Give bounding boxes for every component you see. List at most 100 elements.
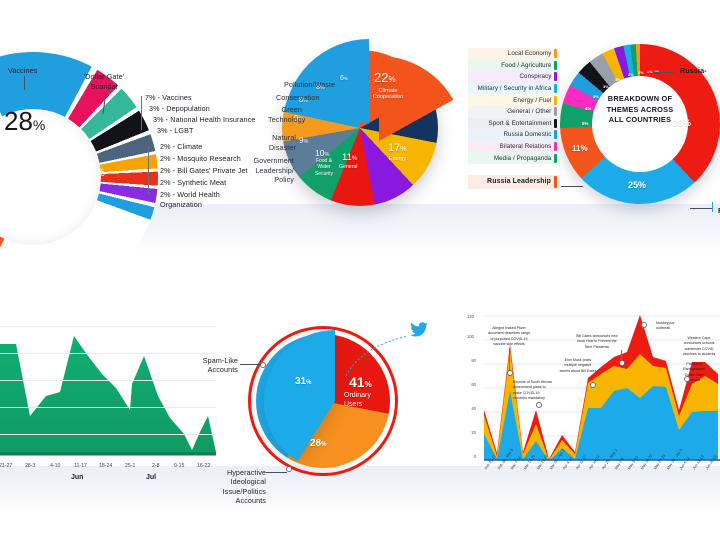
xtick-7: 18-24 [99, 463, 113, 469]
donut-legend: Local Economy Food / Agriculture Conspir… [468, 48, 560, 189]
xtick-4: 28-3 [25, 463, 36, 469]
callout-hyperactive-accounts: Hyperactive Ideological Issue/Politics Acco… [222, 468, 266, 506]
ytick-120: 120 [467, 314, 474, 319]
legend-swatch-icon [554, 95, 557, 105]
label-conservation: Conservation [276, 93, 320, 102]
donut-label-38: 38% [673, 118, 692, 128]
leader-line-vaccines [24, 76, 25, 90]
ytick-60: 60 [471, 382, 476, 387]
label-natural-disaster: Natural Disaster [268, 133, 296, 152]
legend-swatch-icon [554, 84, 557, 94]
legend-swatch-icon [554, 72, 557, 82]
ytick-80: 80 [471, 358, 476, 363]
chart-bottom-right-stacked-area: 0 20 40 60 80 100 120 Alleged leaked Pfi… [458, 308, 720, 498]
annotation-line-1 [509, 348, 510, 371]
legend-line-2: 3% - Depopulation [149, 104, 210, 113]
legend-label: Military / Security in Africa [477, 85, 552, 93]
legend-label: Energy / Fuel [513, 96, 552, 104]
annotation-western-cape: Western Cape announces schools administe… [682, 336, 716, 357]
ytick-20: 20 [471, 430, 476, 435]
slice-value-28: 28% [4, 106, 46, 136]
legend-swatch-icon [554, 107, 557, 117]
legend-item-local-economy[interactable]: Local Economy [468, 48, 560, 60]
legend-line-1: 7% - Vaccines [145, 93, 192, 102]
donut-label-5: 5% [582, 121, 589, 126]
gridline [0, 353, 216, 354]
month-label-jul: Jul [146, 474, 157, 481]
legend-item-food-agriculture[interactable]: Food / Agriculture [468, 59, 560, 72]
infographic-collage: 28% 17% Vaccines 'Dollar Gate' Scandal 7… [0, 0, 720, 540]
callout-russia-ukraine: Russia- [680, 66, 707, 75]
legend-item-military-security-africa[interactable]: Military / Security in Africa [468, 82, 560, 95]
legend-line-7: 2% - Bill Gates' Private Jet [160, 166, 248, 175]
slice-label-9a: 9% [299, 136, 309, 145]
slice-sublabel-climate: Climate Cooperation [372, 88, 404, 100]
legend-item-media-propaganda[interactable]: Media / Propaganda [468, 152, 560, 164]
xtick-11: 16-22 [197, 463, 211, 469]
legend-line-4: 3% - LGBT [157, 126, 194, 135]
callout-leader-food [690, 208, 712, 209]
legend-item-sport-entertainment[interactable]: Sport & Entertainment [468, 117, 560, 130]
callout-dollar-gate: 'Dollar Gate' Scandal [83, 72, 125, 91]
legend-swatch-icon [554, 175, 557, 188]
legend-label: Russia Leadership [487, 178, 551, 186]
annotation-monkeypox: Monkeypox outbreak [656, 321, 675, 331]
annotation-pfizer-document: Alleged leaked Pfizer document describes… [487, 326, 531, 347]
legend-item-bilateral-relations[interactable]: Bilateral Relations [468, 140, 560, 153]
slice-label-17: 17% [388, 142, 407, 154]
ytick-0: 0 [473, 454, 476, 459]
xtick-9: 2-8 [152, 463, 160, 469]
month-label-jun: Jun [71, 474, 84, 481]
chart-right-donut: BREAKDOWN OF THEMES ACROSS ALL COUNTRIES 3… [468, 40, 720, 220]
donut-label-25: 25% [628, 180, 647, 190]
slice-sublabel-ordinary-users: Ordinary Users [344, 392, 371, 408]
slice-sublabel-food-water: Food & Water Security [314, 158, 334, 177]
legend-item-russia-domestic[interactable]: Russia Domestic [468, 129, 560, 141]
label-government-leadership: Government Leadership/ Policy [253, 156, 294, 185]
annotation-dot-1 [507, 370, 513, 376]
legend-bracket-upper [141, 96, 142, 130]
ytick-100: 100 [467, 334, 474, 339]
callout-vaccines: Vaccines [8, 66, 38, 75]
callout-tick-food [712, 202, 713, 212]
xtick-8: 25-1 [125, 463, 136, 469]
legend-item-russia-leadership[interactable]: Russia Leadership [468, 174, 560, 189]
callout-dot-spam [260, 362, 266, 368]
legend-item-energy-fuel[interactable]: Energy / Fuel [468, 94, 560, 106]
gridline [0, 407, 216, 408]
legend-label: General / Other [507, 108, 552, 116]
legend-bracket-lower [148, 146, 149, 194]
legend-swatch-icon [554, 153, 557, 163]
slice-label-6: 6% [340, 75, 348, 82]
callout-tick-russia [673, 62, 674, 72]
annotation-dot-5 [641, 322, 647, 328]
legend-label: Russia Domestic [503, 131, 552, 139]
annotation-gates-book: Bill Gates announces new book How to Pre… [576, 334, 618, 349]
slice-value-17: 17% [74, 160, 105, 181]
legend-item-general-other[interactable]: General / Other [468, 105, 560, 118]
donut-label-3b: 3% [603, 84, 609, 89]
donut-label-2b: 2% [638, 71, 644, 75]
legend-line-3: 3% - National Health Insurance [153, 115, 256, 124]
xtick-6: 11-17 [74, 463, 87, 469]
legend-label: Conspiracy [519, 73, 552, 81]
donut-label-2a: 2% [628, 73, 634, 77]
legend-label: Local Economy [507, 50, 552, 58]
slice-label-28: 28% [310, 438, 327, 449]
annotation-sa-mandatory: Reports of South African government plan… [513, 380, 552, 401]
ytick-40: 40 [471, 406, 476, 411]
area-plot [0, 300, 216, 460]
annotation-dot-4 [619, 360, 625, 366]
annotation-musk-tweets: Elon Musk posts multiple negative tweets… [559, 358, 597, 373]
label-pollution-waste: Pollution/Waste [284, 80, 336, 89]
xtick-5: 4-10 [50, 463, 61, 469]
twitter-dashed-path [345, 335, 409, 377]
legend-swatch-icon [554, 49, 557, 59]
callout-leader-spam [240, 364, 261, 365]
chart-bottom-left-area: 0-6 7-13 14-20 21-27 28-3 4-10 11-17 18-… [0, 300, 216, 496]
donut-label-1a: 1% [647, 70, 653, 74]
legend-item-conspiracy[interactable]: Conspiracy [468, 71, 560, 83]
xtick-10: 9-15 [174, 463, 185, 469]
legend-line-5: 2% - Climate [160, 142, 203, 151]
legend-line-6: 2% - Mosquito Research [160, 154, 241, 163]
